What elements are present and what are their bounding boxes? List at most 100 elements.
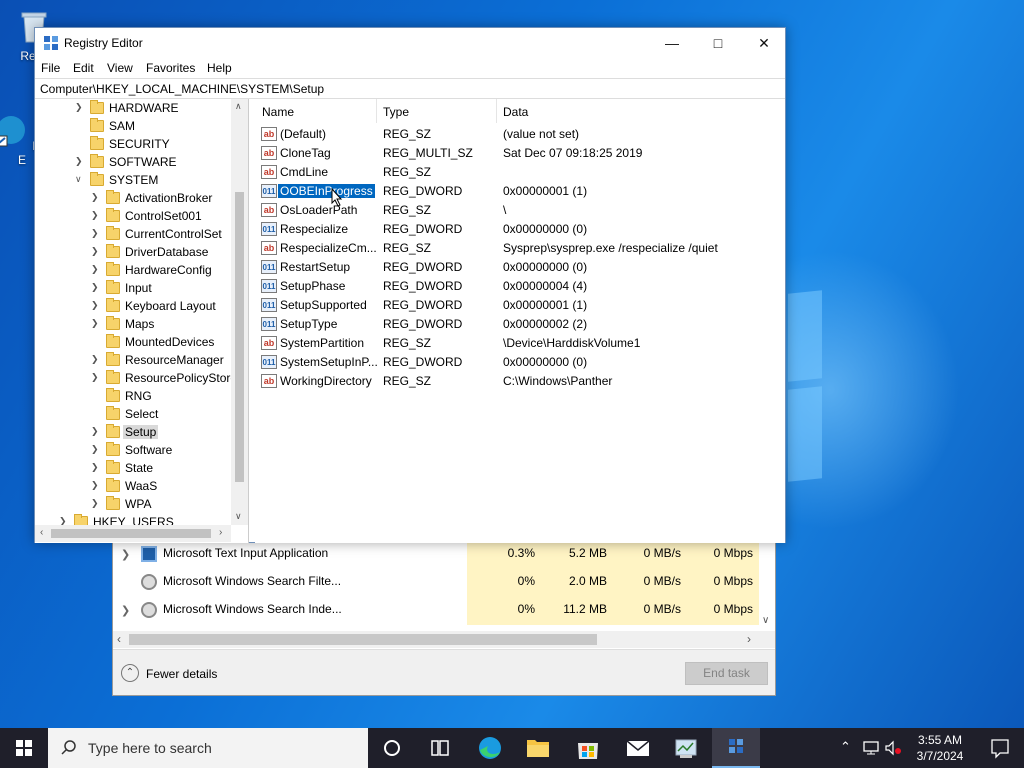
scroll-right-arrow-icon[interactable]: ›: [747, 632, 751, 646]
chevron-right-icon[interactable]: ❯: [91, 192, 99, 203]
start-button[interactable]: [0, 728, 48, 768]
scroll-left-arrow-icon[interactable]: ‹: [117, 632, 121, 646]
address-bar[interactable]: Computer\HKEY_LOCAL_MACHINE\SYSTEM\Setup: [35, 78, 785, 99]
expand-chevron-icon[interactable]: ❯: [121, 604, 130, 617]
task-view-icon: [431, 740, 449, 756]
value-row[interactable]: ab CmdLine REG_SZ: [255, 163, 785, 182]
value-row[interactable]: ab CloneTag REG_MULTI_SZ Sat Dec 07 09:18:2…: [255, 144, 785, 163]
process-row[interactable]: ❯ Microsoft Windows Search Inde... 0% 11…: [113, 597, 775, 625]
scroll-down-arrow-icon[interactable]: ∨: [762, 615, 769, 626]
chevron-right-icon[interactable]: ❯: [91, 354, 99, 365]
string-value-icon: ab: [261, 146, 277, 160]
chevron-right-icon[interactable]: ❯: [91, 372, 99, 383]
tree-node-label: WaaS: [125, 479, 158, 493]
minimize-button[interactable]: —: [649, 28, 695, 58]
value-row[interactable]: ab WorkingDirectory REG_SZ C:\Windows\Panth…: [255, 372, 785, 391]
value-row[interactable]: 011 SetupType REG_DWORD 0x00000002 (2): [255, 315, 785, 334]
task-view-button[interactable]: [368, 728, 416, 768]
fewer-details-link[interactable]: Fewer details: [146, 667, 217, 681]
chevron-right-icon[interactable]: ❯: [91, 210, 99, 221]
value-row[interactable]: ab RespecializeCm... REG_SZ Sysprep\sysprep…: [255, 239, 785, 258]
chevron-right-icon[interactable]: ❯: [91, 264, 99, 275]
folder-icon: [106, 406, 120, 420]
maximize-button[interactable]: □: [695, 28, 741, 58]
binary-value-icon: 011: [261, 279, 277, 293]
chevron-right-icon[interactable]: ❯: [75, 102, 83, 113]
column-separator[interactable]: [496, 99, 497, 123]
scrollbar-thumb[interactable]: [51, 529, 211, 538]
taskbar-mail[interactable]: [614, 728, 662, 768]
scroll-down-arrow-icon[interactable]: ∨: [235, 511, 242, 522]
store-bag-icon: [578, 743, 598, 759]
value-row[interactable]: 011 SetupSupported REG_DWORD 0x00000001 (1): [255, 296, 785, 315]
scrollbar-thumb[interactable]: [235, 192, 244, 482]
value-row[interactable]: 011 Respecialize REG_DWORD 0x00000000 (0): [255, 220, 785, 239]
tree-horizontal-scrollbar[interactable]: ‹ ›: [35, 525, 231, 542]
chevron-right-icon[interactable]: ❯: [91, 282, 99, 293]
menu-file[interactable]: File: [41, 61, 60, 75]
chevron-right-icon[interactable]: ❯: [91, 318, 99, 329]
menu-help[interactable]: Help: [207, 61, 232, 75]
string-value-icon: ab: [261, 336, 277, 350]
title-bar[interactable]: Registry Editor — □ ✕: [35, 28, 785, 58]
action-center-button[interactable]: [976, 728, 1024, 768]
chevron-right-icon[interactable]: ❯: [91, 498, 99, 509]
horizontal-scrollbar[interactable]: ‹ ›: [113, 631, 775, 648]
value-name: SetupPhase: [280, 279, 346, 293]
taskbar-task-manager[interactable]: [662, 728, 710, 768]
column-separator[interactable]: [376, 99, 377, 123]
chevron-right-icon[interactable]: ❯: [91, 480, 99, 491]
network-icon[interactable]: [862, 740, 880, 756]
value-data: \: [503, 203, 507, 217]
string-value-icon: ab: [261, 127, 277, 141]
collapse-chevron-icon[interactable]: ⌃: [121, 664, 139, 682]
chevron-right-icon[interactable]: ❯: [91, 444, 99, 455]
scroll-right-arrow-icon[interactable]: ›: [219, 527, 222, 538]
chevron-right-icon[interactable]: ❯: [91, 462, 99, 473]
value-row[interactable]: 011 RestartSetup REG_DWORD 0x00000000 (0): [255, 258, 785, 277]
value-row[interactable]: ab (Default) REG_SZ (value not set): [255, 125, 785, 144]
chevron-right-icon[interactable]: ❯: [91, 246, 99, 257]
string-value-icon: ab: [261, 241, 277, 255]
taskbar-search-box[interactable]: Type here to search: [48, 728, 368, 768]
menu-view[interactable]: View: [107, 61, 133, 75]
tree-vertical-scrollbar[interactable]: ∧ ∨: [231, 99, 248, 525]
process-row[interactable]: Microsoft Windows Search Filte... 0% 2.0…: [113, 569, 775, 597]
value-type: REG_DWORD: [383, 260, 463, 274]
chevron-down-icon[interactable]: ∨: [75, 174, 82, 185]
chevron-right-icon[interactable]: ❯: [91, 228, 99, 239]
folder-icon: [106, 226, 120, 240]
value-name: CmdLine: [280, 165, 329, 179]
value-row[interactable]: 011 SetupPhase REG_DWORD 0x00000004 (4): [255, 277, 785, 296]
menu-edit[interactable]: Edit: [73, 61, 94, 75]
value-type: REG_SZ: [383, 165, 432, 179]
process-disk: 0 MB/s: [613, 569, 687, 597]
value-row[interactable]: ab SystemPartition REG_SZ \Device\HarddiskV…: [255, 334, 785, 353]
end-task-button[interactable]: End task: [685, 662, 768, 685]
value-row[interactable]: 011 SystemSetupInP... REG_DWORD 0x00000000 …: [255, 353, 785, 372]
process-row[interactable]: ❯ Microsoft Text Input Application 0.3% …: [113, 541, 775, 569]
value-type: REG_DWORD: [383, 317, 463, 331]
menu-favorites[interactable]: Favorites: [146, 61, 195, 75]
process-name: Microsoft Windows Search Inde...: [163, 602, 342, 616]
chevron-right-icon[interactable]: ❯: [91, 300, 99, 311]
chevron-right-icon[interactable]: ❯: [91, 426, 99, 437]
taskbar-file-explorer[interactable]: [514, 728, 562, 768]
chevron-right-icon[interactable]: ❯: [75, 156, 83, 167]
task-view-button[interactable]: [416, 728, 464, 768]
expand-chevron-icon[interactable]: ❯: [121, 548, 130, 561]
scroll-left-arrow-icon[interactable]: ‹: [40, 527, 43, 538]
process-disk: 0 MB/s: [613, 541, 687, 569]
folder-icon: [106, 388, 120, 402]
taskbar-store[interactable]: [564, 728, 612, 768]
task-manager-footer: ⌃ Fewer details End task: [113, 649, 775, 695]
scroll-up-arrow-icon[interactable]: ∧: [235, 101, 242, 112]
clock[interactable]: 3:55 AM 3/7/2024: [906, 732, 974, 764]
volume-muted-icon[interactable]: [884, 740, 902, 756]
scrollbar-thumb[interactable]: [129, 634, 597, 645]
value-data: (value not set): [503, 127, 580, 141]
close-button[interactable]: ✕: [741, 28, 787, 58]
taskbar-registry-editor[interactable]: [712, 728, 760, 768]
taskbar-edge[interactable]: [466, 728, 514, 768]
show-hidden-icons-chevron-icon[interactable]: ⌃: [840, 739, 851, 755]
